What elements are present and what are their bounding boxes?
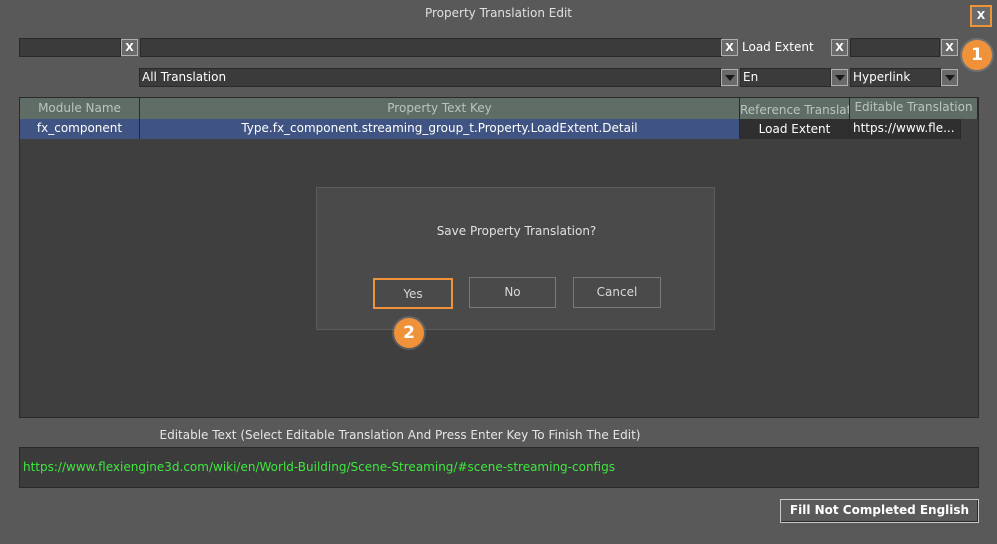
table-cell-editable[interactable]: https://www.fle... [850,119,961,139]
save-confirm-dialog: Save Property Translation? Yes No Cancel [316,187,715,330]
key-filter-input[interactable] [140,38,722,57]
column-header-reference[interactable]: Reference Translation [740,98,850,119]
type-value: Hyperlink [853,70,911,84]
window-close-button[interactable]: X [970,5,992,27]
table-cell-key[interactable]: Type.fx_component.streaming_group_t.Prop… [140,119,740,139]
yes-button[interactable]: Yes [373,278,453,309]
language-value: En [743,70,759,84]
table-cell-reference[interactable]: Load Extent [740,119,850,139]
reference-filter-input[interactable]: Load Extent [742,39,830,56]
editable-text-input[interactable]: https://www.flexiengine3d.com/wiki/en/Wo… [19,447,979,488]
module-filter-input[interactable] [19,38,121,57]
table-cell-module[interactable]: fx_component [20,119,140,139]
editable-text-label: Editable Text (Select Editable Translati… [159,428,641,442]
column-header-key[interactable]: Property Text Key [140,98,740,119]
fill-not-completed-english-button[interactable]: Fill Not Completed English [780,499,979,523]
editable-filter-clear-button[interactable]: X [941,39,958,56]
language-dropdown[interactable]: En [740,68,831,87]
editable-filter-input[interactable] [850,38,940,57]
column-header-module[interactable]: Module Name [20,98,140,119]
module-filter-clear-button[interactable]: X [121,39,138,56]
column-header-editable[interactable]: Editable Translation [850,98,978,119]
callout-badge-1: 1 [962,40,992,70]
chevron-down-icon[interactable] [831,69,848,86]
no-button[interactable]: No [469,277,556,308]
key-filter-clear-button[interactable]: X [721,39,738,56]
translation-mode-dropdown[interactable]: All Translation [139,68,721,87]
cancel-button[interactable]: Cancel [573,277,661,308]
type-dropdown[interactable]: Hyperlink [850,68,941,87]
window-title: Property Translation Edit [424,6,573,20]
translation-mode-value: All Translation [142,70,227,84]
reference-filter-clear-button[interactable]: X [831,39,848,56]
chevron-down-icon[interactable] [941,69,958,86]
dialog-message: Save Property Translation? [436,224,597,238]
chevron-down-icon[interactable] [721,69,738,86]
callout-badge-2: 2 [394,318,424,348]
